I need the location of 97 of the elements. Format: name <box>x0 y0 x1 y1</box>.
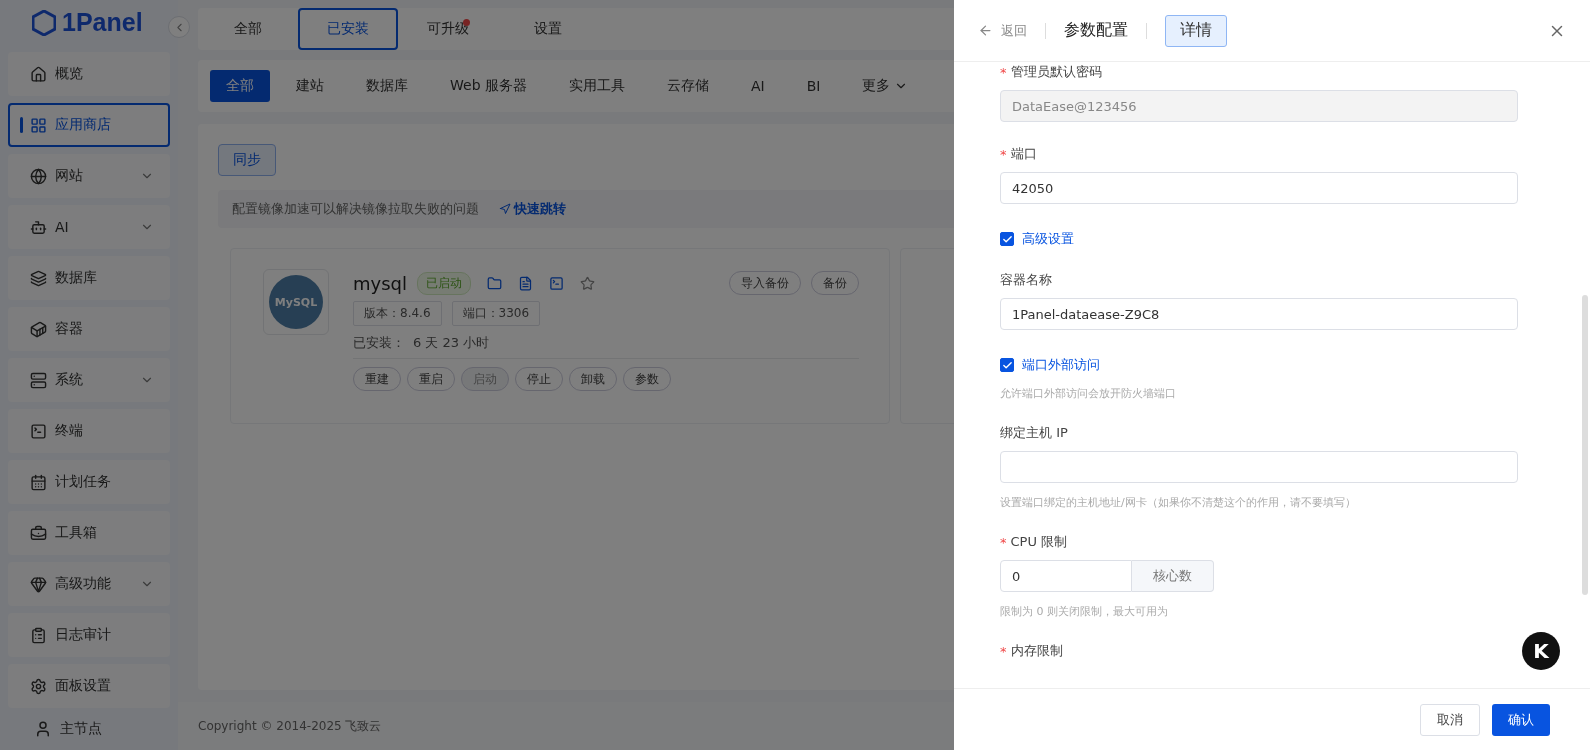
checkbox-row[interactable]: 高级设置 <box>1000 230 1518 248</box>
required-mark: * <box>1000 534 1007 550</box>
star-icon[interactable] <box>580 275 595 291</box>
action-button[interactable]: 导入备份 <box>729 271 801 295</box>
calendar-icon <box>30 473 47 491</box>
house-icon <box>30 65 47 83</box>
installed-label: 已安装： <box>353 334 405 352</box>
copyright-text: Copyright © 2014-2025 飞致云 <box>198 717 382 735</box>
category-tab[interactable]: 更多 <box>846 70 925 102</box>
action-button[interactable]: 参数 <box>623 367 671 391</box>
hint-text: 限制为 0 则关闭限制，最大可用为 <box>1000 604 1169 619</box>
floating-button[interactable]: K <box>1522 632 1560 670</box>
action-button[interactable]: 停止 <box>515 367 563 391</box>
checkbox-label: 端口外部访问 <box>1022 356 1100 374</box>
app-name: mysql <box>353 272 407 294</box>
category-tab[interactable]: 实用工具 <box>553 70 641 102</box>
confirm-button[interactable]: 确认 <box>1492 703 1550 736</box>
required-mark: * <box>1000 643 1007 659</box>
hint-text: 设置端口绑定的主机地址/网卡（如果你不清楚这个的作用，请不要填写） <box>1000 495 1357 510</box>
installed-value: 6 天 23 小时 <box>413 334 490 352</box>
robot-icon <box>30 218 47 236</box>
status-tag: 已启动 <box>417 271 471 295</box>
action-button[interactable]: 卸载 <box>569 367 617 391</box>
globe-icon <box>30 167 47 185</box>
field-label: 绑定主机 IP <box>1000 424 1068 442</box>
logo-icon <box>32 9 56 36</box>
field-label: CPU 限制 <box>1010 533 1068 551</box>
sidebar-item[interactable]: 容器 <box>8 307 170 352</box>
node-item[interactable]: 主节点 <box>8 708 170 750</box>
input-field[interactable]: 0 <box>1000 560 1132 592</box>
unit-suffix: 核心数 <box>1132 560 1214 592</box>
quick-jump-link[interactable]: 快速跳转 <box>499 200 566 218</box>
container-icon <box>30 320 47 338</box>
category-tab[interactable]: 全部 <box>210 70 270 102</box>
category-tab[interactable]: 云存储 <box>651 70 725 102</box>
navigation-icon <box>499 203 511 215</box>
file-icon[interactable] <box>518 275 533 291</box>
server-icon <box>30 371 47 389</box>
notice-text: 配置镜像加速可以解决镜像拉取失败的问题 <box>232 200 479 218</box>
briefcase-icon <box>30 524 47 542</box>
category-tab[interactable]: 建站 <box>280 70 340 102</box>
sidebar-item[interactable]: 系统 <box>8 358 170 403</box>
drawer-title: 参数配置 <box>1064 20 1128 41</box>
sidebar-item[interactable]: 应用商店 <box>8 103 170 148</box>
checkbox[interactable] <box>1000 232 1014 246</box>
field-label: 内存限制 <box>1010 642 1063 660</box>
sync-button[interactable]: 同步 <box>218 144 276 176</box>
tab[interactable]: 全部 <box>198 8 298 50</box>
layers-icon <box>30 269 47 287</box>
settings-icon <box>30 677 47 695</box>
info-tag: 版本：8.4.6 <box>353 301 442 326</box>
folder-icon[interactable] <box>487 275 502 291</box>
input-field[interactable]: 42050 <box>1000 172 1518 204</box>
sidebar-item[interactable]: 日志审计 <box>8 613 170 658</box>
grid-icon <box>30 116 47 134</box>
field-label: 端口 <box>1010 145 1037 163</box>
checkbox[interactable] <box>1000 358 1014 372</box>
category-tab[interactable]: BI <box>790 70 837 102</box>
checkbox-row[interactable]: 端口外部访问 <box>1000 356 1518 374</box>
field-label: 容器名称 <box>1000 271 1052 289</box>
tab[interactable]: 设置 <box>498 8 598 50</box>
category-tab[interactable]: Web 服务器 <box>434 70 543 102</box>
back-link[interactable]: 返回 <box>978 21 1027 40</box>
action-button[interactable]: 重建 <box>353 367 401 391</box>
hint-text: 允许端口外部访问会放开防火墙端口 <box>1000 386 1177 401</box>
sidebar-item[interactable]: 网站 <box>8 154 170 199</box>
details-tab[interactable]: 详情 <box>1165 14 1227 47</box>
collapse-button[interactable] <box>168 16 190 38</box>
terminal-icon[interactable] <box>549 275 564 291</box>
logo-text: 1Panel <box>62 8 143 38</box>
required-mark: * <box>1000 64 1007 80</box>
user-icon <box>34 720 52 739</box>
cancel-button[interactable]: 取消 <box>1420 703 1480 736</box>
sidebar-item[interactable]: 数据库 <box>8 256 170 301</box>
input-field[interactable]: 1Panel-dataease-Z9C8 <box>1000 298 1518 330</box>
list-icon <box>30 626 47 644</box>
sidebar-item[interactable]: 计划任务 <box>8 460 170 505</box>
sidebar-item[interactable]: 工具箱 <box>8 511 170 556</box>
category-tab[interactable]: 数据库 <box>350 70 424 102</box>
tab[interactable]: 已安装 <box>298 8 398 50</box>
sidebar-item[interactable]: 高级功能 <box>8 562 170 607</box>
sidebar-item[interactable]: AI <box>8 205 170 250</box>
sidebar-item[interactable]: 概览 <box>8 52 170 97</box>
required-mark: * <box>1000 146 1007 162</box>
action-button[interactable]: 备份 <box>811 271 859 295</box>
category-tab[interactable]: AI <box>735 70 781 102</box>
checkbox-label: 高级设置 <box>1022 230 1074 248</box>
input-field[interactable] <box>1000 451 1518 483</box>
gem-icon <box>30 575 47 593</box>
sidebar-item[interactable]: 终端 <box>8 409 170 454</box>
action-button[interactable]: 重启 <box>407 367 455 391</box>
field-label: 管理员默认密码 <box>1010 63 1102 81</box>
info-tag: 端口：3306 <box>451 301 541 326</box>
app-logo: MySQL <box>263 269 329 335</box>
tab[interactable]: 可升级 <box>398 8 498 50</box>
sidebar-item[interactable]: 面板设置 <box>8 664 170 709</box>
terminal-icon <box>30 422 47 440</box>
